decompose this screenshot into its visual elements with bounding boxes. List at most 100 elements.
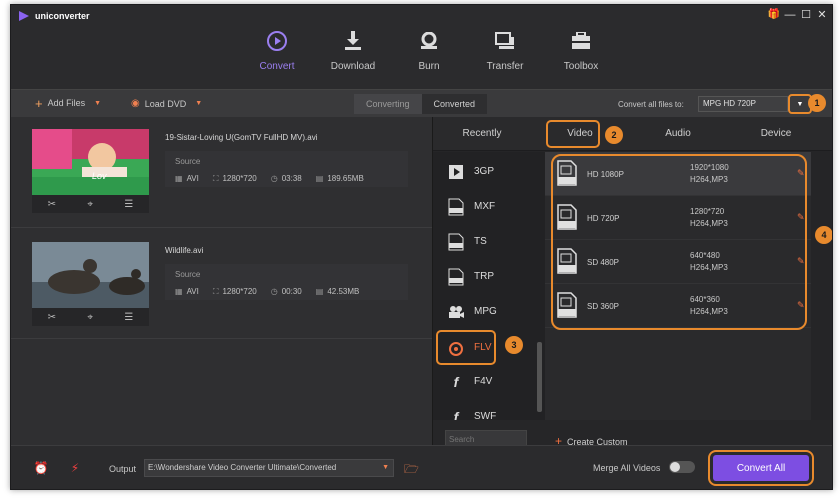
svg-text:Lov: Lov bbox=[92, 171, 107, 181]
plus-icon: + bbox=[35, 95, 43, 111]
callout-badge: 3 bbox=[505, 336, 523, 354]
flv-icon bbox=[446, 338, 466, 358]
add-files-button[interactable]: + Add Files ▼ bbox=[35, 95, 101, 111]
speed-icon[interactable]: ⚡ bbox=[67, 460, 83, 476]
category-label: MPG bbox=[474, 306, 497, 317]
mxf-file-icon bbox=[446, 197, 466, 217]
load-dvd-label: Load DVD bbox=[144, 98, 187, 109]
size-value: ▤ 189.65MB bbox=[316, 174, 364, 184]
category-mpg[interactable]: MPG bbox=[433, 294, 537, 329]
file-item[interactable]: Lov ✂ ⌖ ☰ 19-Sistar-Loving U(GomTV FullH… bbox=[11, 117, 432, 227]
output-path-select[interactable]: E:\Wondershare Video Converter Ultimate\… bbox=[144, 459, 394, 477]
folder-icon: ▤ bbox=[315, 174, 324, 183]
duration-value: ◷ 03:38 bbox=[271, 174, 302, 184]
effects-icon[interactable]: ☰ bbox=[124, 312, 133, 323]
video-file-icon bbox=[446, 162, 466, 182]
format-text: AVI bbox=[186, 174, 199, 183]
crop-icon[interactable]: ⌖ bbox=[87, 312, 93, 323]
file-name: Wildlife.avi bbox=[165, 246, 204, 255]
nav-convert-label: Convert bbox=[259, 61, 295, 72]
swf-icon: f bbox=[453, 408, 459, 421]
trim-icon[interactable]: ✂ bbox=[48, 312, 56, 323]
transfer-icon bbox=[493, 29, 517, 53]
category-ts[interactable]: TS bbox=[433, 224, 537, 259]
chevron-down-icon[interactable]: ▼ bbox=[94, 100, 101, 107]
format-text: AVI bbox=[186, 287, 199, 296]
size-text: 189.65MB bbox=[327, 174, 364, 183]
preset-highlight bbox=[551, 154, 807, 330]
tab-device-label: Device bbox=[760, 128, 792, 139]
file-name: 19-Sistar-Loving U(GomTV FullHD MV).avi bbox=[165, 133, 318, 142]
category-swf[interactable]: f SWF bbox=[433, 399, 537, 421]
add-files-label: Add Files bbox=[47, 98, 86, 108]
crop-icon[interactable]: ⌖ bbox=[87, 199, 93, 210]
format-tabs: Recently Video Audio Device bbox=[433, 117, 832, 151]
file-meta: ▦ AVI ⛶ 1280*720 ◷ 03:38 ▤ 189.65MB bbox=[175, 174, 364, 184]
file-list: Lov ✂ ⌖ ☰ 19-Sistar-Loving U(GomTV FullH… bbox=[11, 117, 432, 445]
nav-burn-label: Burn bbox=[418, 61, 440, 72]
callout-badge: 1 bbox=[808, 94, 826, 112]
size-value: ▤ 42.53MB bbox=[316, 287, 360, 297]
schedule-icon[interactable]: ⏰ bbox=[33, 460, 49, 476]
category-f4v[interactable]: f F4V bbox=[433, 364, 537, 399]
load-dvd-button[interactable]: ◉ Load DVD ▼ bbox=[131, 98, 202, 109]
maximize-icon[interactable]: ☐ bbox=[800, 9, 812, 21]
folder-icon: ▤ bbox=[315, 287, 324, 296]
size-text: 42.53MB bbox=[327, 287, 360, 296]
resolution-value: ⛶ 1280*720 bbox=[213, 174, 257, 184]
category-flv[interactable]: FLV bbox=[436, 330, 496, 365]
category-3gp[interactable]: 3GP bbox=[433, 154, 537, 189]
file-item[interactable]: ✂ ⌖ ☰ Wildlife.avi Source ▦ AVI ⛶ 1280*720… bbox=[11, 228, 432, 338]
gift-icon[interactable]: 🎁 bbox=[768, 9, 780, 21]
video-thumbnail bbox=[32, 242, 149, 308]
tab-audio-label: Audio bbox=[665, 128, 691, 139]
file-meta: ▦ AVI ⛶ 1280*720 ◷ 00:30 ▤ 42.53MB bbox=[175, 287, 359, 297]
nav-convert[interactable]: Convert bbox=[239, 27, 315, 89]
clock-icon: ◷ bbox=[270, 287, 278, 296]
tab-device[interactable]: Device bbox=[727, 117, 825, 150]
nav-burn[interactable]: Burn bbox=[391, 27, 467, 89]
output-label: Output bbox=[109, 464, 137, 474]
title-bar: uniconverter 🎁 — ☐ ✕ Convert Download Bu… bbox=[11, 5, 832, 89]
clock-icon: ◷ bbox=[270, 174, 278, 183]
nav-transfer[interactable]: Transfer bbox=[467, 27, 543, 89]
minimize-icon[interactable]: — bbox=[784, 9, 796, 21]
resolution-value: ⛶ 1280*720 bbox=[213, 287, 257, 297]
merge-toggle[interactable] bbox=[669, 461, 695, 473]
target-format-select[interactable]: MPG HD 720P bbox=[698, 96, 788, 112]
chevron-down-icon: ▼ bbox=[382, 464, 389, 471]
trim-icon[interactable]: ✂ bbox=[48, 199, 56, 210]
nav-download[interactable]: Download bbox=[315, 27, 391, 89]
tab-recently[interactable]: Recently bbox=[433, 117, 531, 150]
toolbox-icon bbox=[569, 29, 593, 53]
category-scrollbar[interactable] bbox=[537, 342, 542, 412]
category-mxf[interactable]: MXF bbox=[433, 189, 537, 224]
close-icon[interactable]: ✕ bbox=[816, 9, 828, 21]
convert-all-button[interactable]: Convert All bbox=[713, 455, 809, 481]
nav-toolbox-label: Toolbox bbox=[563, 61, 599, 72]
format-value: ▦ AVI bbox=[175, 174, 199, 184]
tab-highlight bbox=[546, 120, 600, 148]
tab-converting[interactable]: Converting bbox=[354, 94, 422, 114]
chevron-down-icon[interactable]: ▼ bbox=[195, 100, 202, 107]
divider bbox=[11, 338, 432, 339]
app-name: uniconverter bbox=[35, 11, 90, 21]
category-label: TRP bbox=[474, 271, 494, 282]
app-logo-icon bbox=[19, 11, 29, 21]
toolbar: + Add Files ▼ ◉ Load DVD ▼ Converting Co… bbox=[11, 89, 832, 117]
tab-audio[interactable]: Audio bbox=[629, 117, 727, 150]
f4v-icon: f bbox=[453, 373, 459, 390]
ts-file-icon bbox=[446, 232, 466, 252]
category-label: SWF bbox=[474, 411, 497, 420]
convert-all-button-highlight: Convert All bbox=[708, 450, 814, 486]
download-icon bbox=[341, 29, 365, 53]
tab-recently-label: Recently bbox=[462, 128, 502, 139]
main-nav: Convert Download Burn Transfer Toolbox bbox=[239, 27, 619, 89]
window-controls: 🎁 — ☐ ✕ bbox=[768, 9, 828, 21]
tab-converted[interactable]: Converted bbox=[421, 94, 488, 114]
nav-toolbox[interactable]: Toolbox bbox=[543, 27, 619, 89]
category-trp[interactable]: TRP bbox=[433, 259, 537, 294]
effects-icon[interactable]: ☰ bbox=[124, 199, 133, 210]
resolution-text: 1280*720 bbox=[222, 287, 257, 296]
open-folder-icon[interactable]: 🗁 bbox=[404, 460, 419, 481]
